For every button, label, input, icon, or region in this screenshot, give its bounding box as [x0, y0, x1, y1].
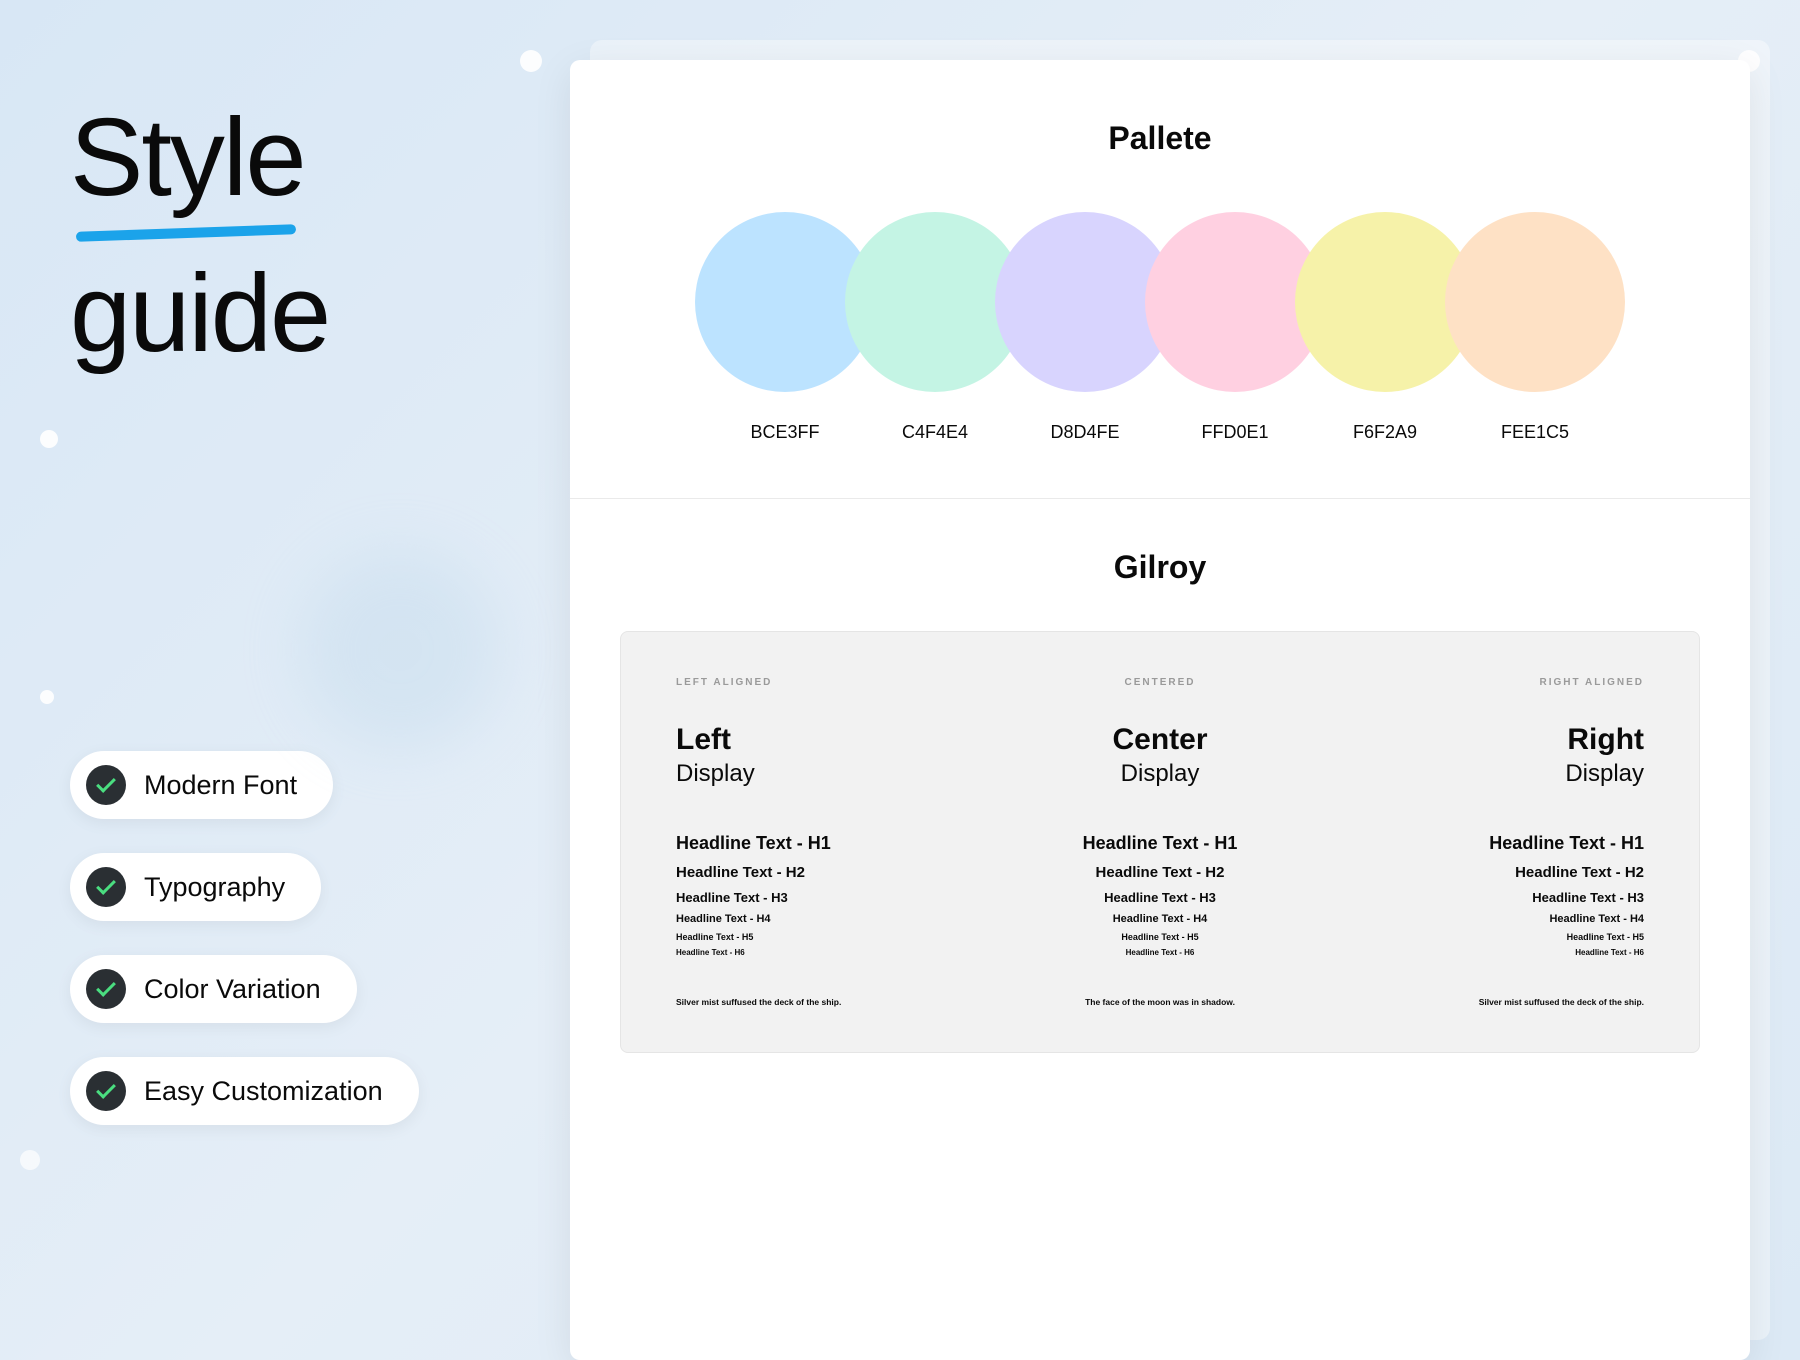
- headline-h1: Headline Text - H1: [1341, 833, 1644, 854]
- swatch: FEE1C5: [1445, 212, 1625, 443]
- headline-h3: Headline Text - H3: [676, 890, 979, 905]
- display-heading: Left: [676, 723, 979, 756]
- headline-h5: Headline Text - H5: [1341, 932, 1644, 942]
- body-text: The face of the moon was in shadow.: [1009, 997, 1312, 1007]
- typo-column-right: RIGHT ALIGNED Right Display Headline Tex…: [1341, 677, 1644, 1007]
- headline-h4: Headline Text - H4: [1009, 913, 1312, 925]
- headline-h1: Headline Text - H1: [676, 833, 979, 854]
- display-sub: Display: [676, 760, 979, 788]
- headline-h5: Headline Text - H5: [1009, 932, 1312, 942]
- palette-title: Pallete: [620, 120, 1700, 157]
- headline-h2: Headline Text - H2: [1341, 864, 1644, 881]
- headline-h6: Headline Text - H6: [1009, 948, 1312, 957]
- typo-column-left: LEFT ALIGNED Left Display Headline Text …: [676, 677, 979, 1007]
- swatch-row: BCE3FF C4F4E4 D8D4FE FFD0E1: [650, 212, 1700, 443]
- typo-eyebrow: CENTERED: [1009, 677, 1312, 688]
- headline-h2: Headline Text - H2: [1009, 864, 1312, 881]
- swatch-hex: FEE1C5: [1445, 422, 1625, 443]
- headline-h2: Headline Text - H2: [676, 864, 979, 881]
- headline-h4: Headline Text - H4: [676, 913, 979, 925]
- headline-h5: Headline Text - H5: [676, 932, 979, 942]
- typo-column-center: CENTERED Center Display Headline Text - …: [1009, 677, 1312, 1007]
- body-text: Silver mist suffused the deck of the shi…: [1341, 997, 1644, 1007]
- headline-h6: Headline Text - H6: [1341, 948, 1644, 957]
- style-guide-card: Pallete BCE3FF C4F4E4 D8D4FE: [570, 60, 1750, 1360]
- typography-section: Gilroy LEFT ALIGNED Left Display Headlin…: [570, 499, 1750, 1053]
- display-heading: Center: [1009, 723, 1312, 756]
- display-heading: Right: [1341, 723, 1644, 756]
- typo-eyebrow: LEFT ALIGNED: [676, 677, 979, 688]
- typo-eyebrow: RIGHT ALIGNED: [1341, 677, 1644, 688]
- headline-h3: Headline Text - H3: [1341, 890, 1644, 905]
- display-sub: Display: [1009, 760, 1312, 788]
- typography-specimen: LEFT ALIGNED Left Display Headline Text …: [620, 631, 1700, 1053]
- headline-h6: Headline Text - H6: [676, 948, 979, 957]
- swatch-circle: [1445, 212, 1625, 392]
- body-text: Silver mist suffused the deck of the shi…: [676, 997, 979, 1007]
- headline-h4: Headline Text - H4: [1341, 913, 1644, 925]
- display-sub: Display: [1341, 760, 1644, 788]
- headline-h1: Headline Text - H1: [1009, 833, 1312, 854]
- headline-h3: Headline Text - H3: [1009, 890, 1312, 905]
- typography-title: Gilroy: [620, 549, 1700, 586]
- palette-section: Pallete BCE3FF C4F4E4 D8D4FE: [570, 60, 1750, 499]
